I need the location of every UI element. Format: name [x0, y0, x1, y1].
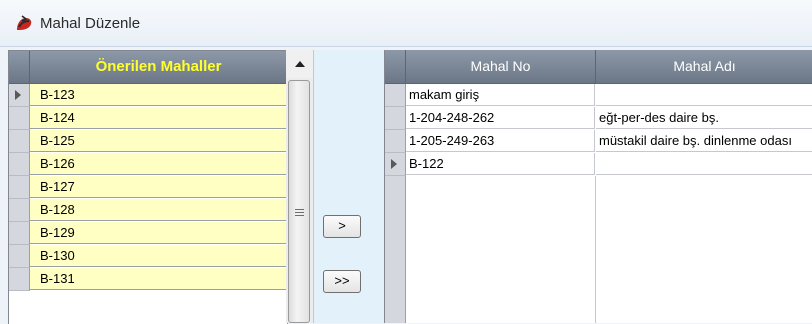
- room-name-cell[interactable]: [596, 153, 812, 175]
- list-item-label[interactable]: B-131: [30, 268, 287, 290]
- column-divider: [595, 176, 596, 323]
- room-name-cell[interactable]: müstakil daire bş. dinlenme odası: [596, 130, 812, 152]
- suggested-rooms-grid[interactable]: Önerilen Mahaller B-123 B-124 B-125 B-12…: [8, 50, 288, 324]
- current-row-arrow-icon: [15, 90, 21, 100]
- suggested-rooms-scrollbar[interactable]: [286, 50, 314, 323]
- scroll-thumb[interactable]: [288, 80, 310, 323]
- room-no-cell[interactable]: B-122: [406, 153, 595, 175]
- row-selector[interactable]: [9, 199, 30, 222]
- row-selector[interactable]: [9, 153, 30, 176]
- list-item[interactable]: B-131: [9, 268, 287, 291]
- row-selector[interactable]: [9, 84, 30, 107]
- column-header-room-no[interactable]: Mahal No: [406, 50, 596, 83]
- row-selector[interactable]: [9, 222, 30, 245]
- table-row[interactable]: 1-204-248-262 eğt-per-des daire bş.: [385, 107, 812, 130]
- list-item-label[interactable]: B-128: [30, 199, 287, 221]
- list-item[interactable]: B-128: [9, 199, 287, 222]
- list-item[interactable]: B-130: [9, 245, 287, 268]
- list-item[interactable]: B-123: [9, 84, 287, 107]
- selected-rooms-grid[interactable]: Mahal No Mahal Adı makam giriş 1-204-248…: [384, 50, 812, 323]
- list-item[interactable]: B-127: [9, 176, 287, 199]
- list-item-label[interactable]: B-126: [30, 153, 287, 175]
- selected-rooms-header: Mahal No Mahal Adı: [385, 50, 812, 84]
- list-item-label[interactable]: B-124: [30, 107, 287, 129]
- table-row[interactable]: 1-205-249-263 müstakil daire bş. dinlenm…: [385, 130, 812, 153]
- header-corner: [385, 50, 406, 83]
- app-logo-icon: [17, 15, 32, 30]
- row-selector[interactable]: [9, 268, 30, 291]
- room-no-cell[interactable]: 1-204-248-262: [406, 107, 595, 129]
- header-corner: [9, 51, 30, 83]
- grip-line: [295, 209, 304, 210]
- current-row-arrow-icon: [391, 159, 397, 169]
- table-row[interactable]: B-122: [385, 153, 812, 176]
- title-bar: Mahal Düzenle: [0, 0, 812, 47]
- list-item[interactable]: B-124: [9, 107, 287, 130]
- list-item[interactable]: B-126: [9, 153, 287, 176]
- column-header-room-name[interactable]: Mahal Adı: [596, 50, 812, 83]
- list-item[interactable]: B-129: [9, 222, 287, 245]
- list-item-label[interactable]: B-125: [30, 130, 287, 152]
- grip-line: [295, 212, 304, 213]
- room-name-cell[interactable]: eğt-per-des daire bş.: [596, 107, 812, 129]
- window-title: Mahal Düzenle: [40, 15, 141, 32]
- row-selector[interactable]: [9, 107, 30, 130]
- row-selector[interactable]: [385, 153, 406, 176]
- room-no-cell[interactable]: makam giriş: [406, 84, 595, 106]
- room-no-cell[interactable]: 1-205-249-263: [406, 130, 595, 152]
- row-selector[interactable]: [385, 130, 406, 153]
- row-selector[interactable]: [385, 84, 406, 107]
- scroll-up-button[interactable]: [286, 50, 313, 78]
- list-item[interactable]: B-125: [9, 130, 287, 153]
- move-all-button[interactable]: >>: [323, 270, 361, 293]
- suggested-rooms-header: Önerilen Mahaller: [9, 51, 287, 84]
- move-one-button[interactable]: >: [323, 215, 361, 238]
- suggested-rooms-header-label[interactable]: Önerilen Mahaller: [30, 51, 287, 83]
- list-item-label[interactable]: B-123: [30, 84, 287, 106]
- room-name-cell[interactable]: [596, 84, 812, 106]
- row-selector[interactable]: [9, 130, 30, 153]
- list-item-label[interactable]: B-129: [30, 222, 287, 244]
- list-item-label[interactable]: B-127: [30, 176, 287, 198]
- row-selector[interactable]: [385, 107, 406, 130]
- chevron-up-icon: [295, 61, 305, 67]
- row-selector[interactable]: [9, 176, 30, 199]
- transfer-panel: > >>: [314, 50, 384, 323]
- row-selector[interactable]: [9, 245, 30, 268]
- row-selector-strip: [385, 176, 406, 323]
- table-row[interactable]: makam giriş: [385, 84, 812, 107]
- grip-line: [295, 215, 304, 216]
- list-item-label[interactable]: B-130: [30, 245, 287, 267]
